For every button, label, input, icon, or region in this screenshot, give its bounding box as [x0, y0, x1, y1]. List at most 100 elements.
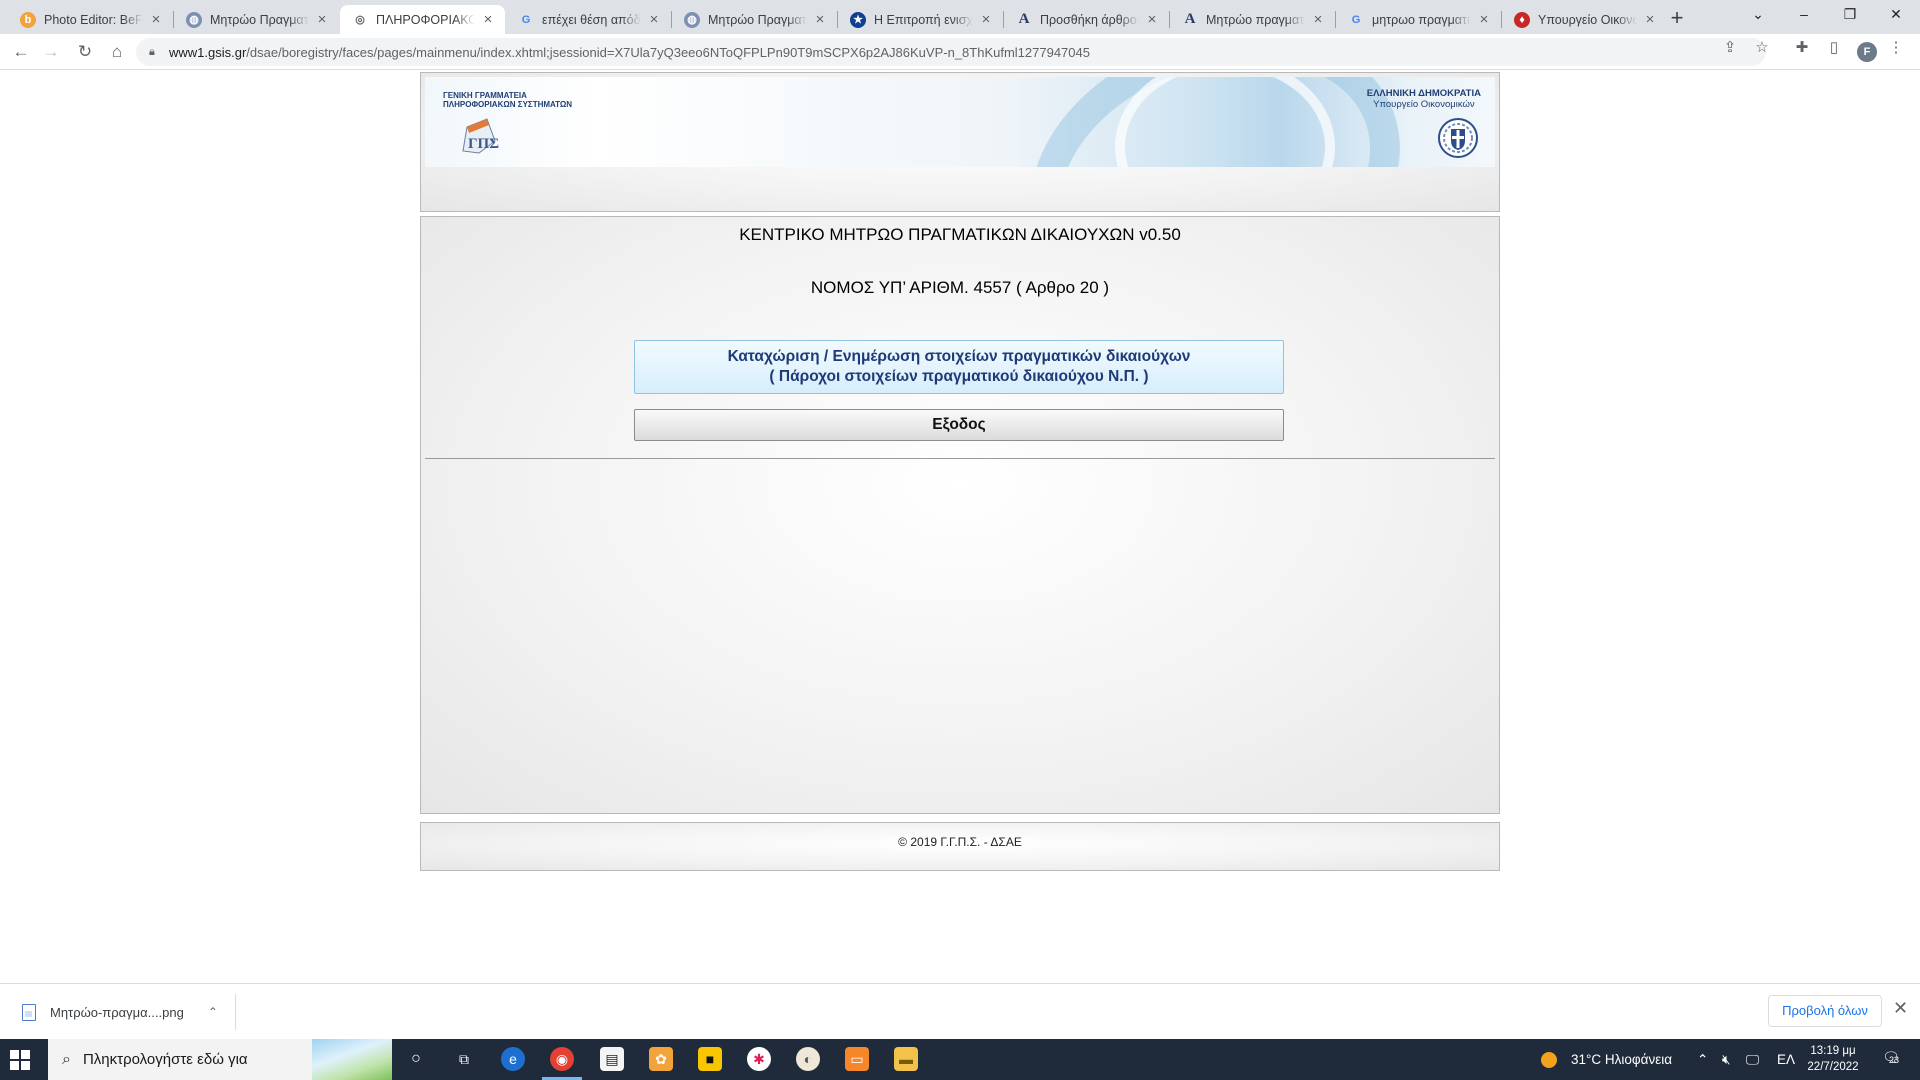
address-bar[interactable]: 🔒︎ www1.gsis.gr/dsae/boregistry/faces/pa… — [136, 38, 1766, 66]
greek-coat-of-arms-icon — [1438, 118, 1478, 158]
download-bar: Μητρώο-πραγμα....png ⌃ Προβολή όλων ✕ — [0, 983, 1920, 1039]
close-tab-icon[interactable]: × — [1643, 11, 1657, 28]
divider — [235, 994, 236, 1030]
banner-swirl-decoration — [1115, 77, 1335, 167]
reload-icon[interactable]: ↻ — [71, 38, 99, 66]
menu-icon[interactable]: ⋮ — [1886, 38, 1906, 56]
presentation-app-icon[interactable]: ▭ — [845, 1047, 869, 1071]
minimize-button[interactable]: – — [1781, 0, 1827, 30]
search-icon: ⌕ — [62, 1050, 71, 1068]
tab-title: μητρωο πραγματικων — [1372, 12, 1471, 27]
register-button-line1: Καταχώριση / Ενημέρωση στοιχείων πραγματ… — [727, 348, 1191, 365]
browser-tab[interactable]: A Προσθήκη άρθρου × — [1004, 5, 1169, 34]
clock-time: 13:19 μμ — [1810, 1045, 1856, 1057]
clock-date: 22/7/2022 — [1807, 1061, 1859, 1073]
new-tab-button[interactable]: + — [1663, 5, 1691, 33]
speaker-muted-icon[interactable]: 🔇︎ — [1722, 1039, 1731, 1080]
footer-panel: © 2019 Γ.Γ.Π.Σ. - ΔΣΑΕ — [420, 822, 1500, 871]
chevron-up-icon[interactable]: ⌃ — [1697, 1039, 1708, 1080]
close-tab-icon[interactable]: × — [813, 11, 827, 28]
close-tab-icon[interactable]: × — [647, 11, 661, 28]
close-tab-icon[interactable]: × — [149, 11, 163, 28]
weather-sun-icon[interactable] — [1541, 1039, 1561, 1080]
cortana-icon[interactable]: ○ — [404, 1047, 428, 1071]
browser-tab[interactable]: A Μητρώο πραγματικών × — [1170, 5, 1335, 34]
taskbar-search-placeholder: Πληκτρολογήστε εδώ για — [82, 1051, 248, 1068]
main-panel: ΚΕΝΤΡΙΚΟ ΜΗΤΡΩΟ ΠΡΑΓΜΑΤΙΚΩΝ ΔΙΚΑΙΟΥΧΩΝ v… — [420, 216, 1500, 814]
globe-app-icon: ◍ — [186, 11, 202, 28]
slack-icon[interactable]: ✱ — [747, 1047, 771, 1071]
edge-browser-icon[interactable]: e — [501, 1047, 525, 1071]
exit-button[interactable]: Εξοδος — [634, 409, 1284, 441]
republic-label: ΕΛΛΗΝΙΚΗ ΔΗΜΟΚΡΑΤΙΑ — [1366, 88, 1481, 99]
browser-tab[interactable]: ◍ Μητρώο Πραγματικών × — [672, 5, 837, 34]
notifications-icon[interactable]: 🗨︎ 23 — [1880, 1049, 1902, 1069]
register-update-button[interactable]: Καταχώριση / Ενημέρωση στοιχείων πραγματ… — [634, 340, 1284, 394]
tab-search-icon[interactable]: ⌄ — [1735, 0, 1781, 30]
task-view-icon[interactable]: ⧉ — [452, 1047, 476, 1071]
close-tab-icon[interactable]: × — [1145, 11, 1159, 28]
profile-avatar[interactable]: F — [1857, 42, 1877, 62]
show-all-downloads-button[interactable]: Προβολή όλων — [1768, 995, 1882, 1027]
lock-icon[interactable]: 🔒︎ — [149, 46, 161, 58]
close-window-button[interactable]: ✕ — [1873, 0, 1919, 30]
home-icon[interactable]: ⌂ — [103, 38, 131, 66]
forward-icon[interactable]: → — [37, 38, 65, 66]
browser-tab[interactable]: Gμητρωο πραγματικων × — [1336, 5, 1501, 34]
tab-title: Η Επιτροπή ενισχύει — [874, 12, 973, 27]
photos-app-icon[interactable]: ◐ — [796, 1047, 820, 1071]
register-button-line2: ( Πάροχοι στοιχείων πραγματικού δικαιούχ… — [769, 368, 1149, 385]
browser-tab[interactable]: b Photo Editor: BeFunky × — [8, 5, 173, 34]
close-tab-icon[interactable]: × — [979, 11, 993, 28]
tab-separator — [173, 11, 174, 28]
ministry-label: Υπουργείο Οικονομικών — [1373, 99, 1475, 110]
image-file-icon — [22, 1003, 36, 1021]
globe-app-icon: ◍ — [684, 11, 700, 28]
befunky-app-icon[interactable]: ✿ — [649, 1047, 673, 1071]
tab-separator — [1169, 11, 1170, 28]
close-tab-icon[interactable]: × — [481, 11, 495, 28]
greek-republic-title: ΕΛΛΗΝΙΚΗ ΔΗΜΟΚΡΑΤΙΑ Υπουργείο Οικονομικώ… — [1367, 88, 1481, 110]
windows-start-icon[interactable] — [10, 1050, 30, 1070]
restore-button[interactable]: ❐ — [1827, 0, 1873, 30]
gsis-title-line1: ΓΕΝΙΚΗ ΓΡΑΜΜΑΤΕΙΑ — [443, 91, 527, 100]
gsis-logo-text: ΓΠΣ — [468, 136, 499, 152]
weather-text[interactable]: 31°C Ηλιοφάνεια — [1571, 1039, 1672, 1080]
divider — [425, 458, 1495, 459]
file-explorer-icon[interactable]: ▬ — [894, 1047, 918, 1071]
network-icon[interactable]: 🖵︎ — [1746, 1039, 1759, 1080]
language-indicator[interactable]: ΕΛ — [1777, 1039, 1795, 1080]
browser-tab[interactable]: Gεπέχει θέση απόδειξης × — [506, 5, 671, 34]
url-text[interactable]: www1.gsis.gr/dsae/boregistry/faces/pages… — [169, 45, 1766, 60]
close-tab-icon[interactable]: × — [1311, 11, 1325, 28]
bookmark-star-icon[interactable]: ☆ — [1752, 38, 1772, 56]
gsis-logo-icon: ΓΠΣ — [462, 118, 499, 154]
google-icon: G — [521, 13, 531, 26]
chevron-up-icon[interactable]: ⌃ — [208, 1005, 218, 1019]
tab-title: επέχει θέση απόδειξης — [542, 12, 641, 27]
share-icon[interactable]: ⇪ — [1720, 38, 1740, 56]
browser-tab[interactable]: ♦ Υπουργείο Οικονομικών × — [1502, 5, 1667, 34]
download-item[interactable]: Μητρώο-πραγμα....png ⌃ — [14, 998, 218, 1026]
browser-tab[interactable]: ★ Η Επιτροπή ενισχύει × — [838, 5, 1003, 34]
browser-tab[interactable]: ◎ ΠΛΗΡΟΦΟΡΙΑΚΟ ΣΥΣΤΗΜΑ × — [340, 5, 505, 34]
sticky-app-icon[interactable]: ■ — [698, 1047, 722, 1071]
chrome-browser-icon[interactable]: ◉ — [550, 1047, 574, 1071]
close-download-bar-icon[interactable]: ✕ — [1893, 998, 1908, 1019]
download-file-name: Μητρώο-πραγμα....png — [50, 1004, 184, 1020]
tab-separator — [837, 11, 838, 28]
close-tab-icon[interactable]: × — [1477, 11, 1491, 28]
file-app-icon[interactable]: ▤ — [600, 1047, 624, 1071]
gsis-title: ΓΕΝΙΚΗ ΓΡΑΜΜΑΤΕΙΑ ΠΛΗΡΟΦΟΡΙΑΚΩΝ ΣΥΣΤΗΜΑΤ… — [443, 91, 603, 109]
side-panel-icon[interactable]: ▯ — [1824, 38, 1844, 56]
gsis-title-line2: ΠΛΗΡΟΦΟΡΙΑΚΩΝ ΣΥΣΤΗΜΑΤΩΝ — [443, 100, 573, 109]
tab-title: Υπουργείο Οικονομικών — [1538, 12, 1637, 27]
tab-title: Photo Editor: BeFunky — [44, 12, 143, 27]
taskbar-search-box[interactable]: ⌕ Πληκτρολογήστε εδώ για — [48, 1039, 392, 1080]
close-tab-icon[interactable]: × — [315, 11, 329, 28]
tab-separator — [1501, 11, 1502, 28]
extensions-icon[interactable]: ✚ — [1792, 38, 1812, 56]
browser-tab[interactable]: ◍ Μητρώο Πραγματικών × — [174, 5, 339, 34]
clock[interactable]: 13:19 μμ 22/7/2022 — [1798, 1043, 1868, 1075]
back-icon[interactable]: ← — [7, 38, 35, 66]
